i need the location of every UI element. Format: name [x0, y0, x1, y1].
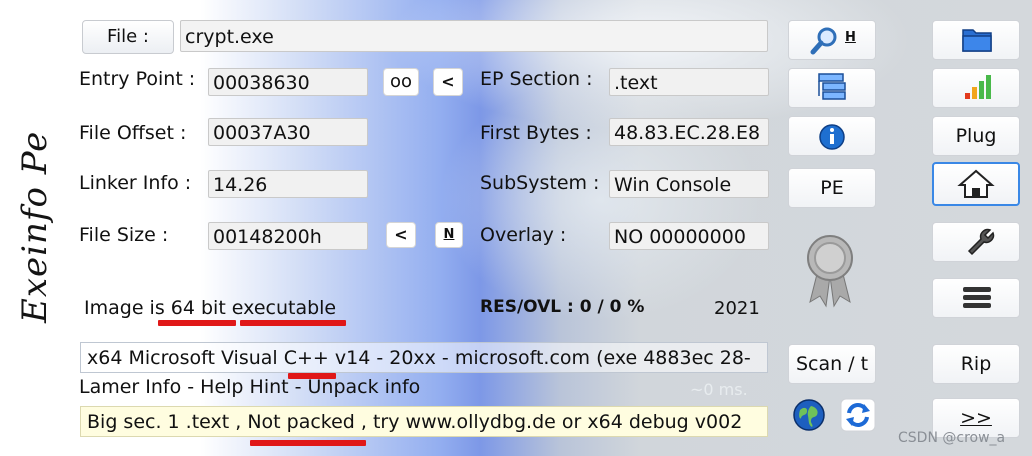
file-offset-label: File Offset : [79, 122, 187, 144]
info-button[interactable] [788, 116, 876, 156]
linker-info-label: Linker Info : [79, 172, 192, 194]
file-button[interactable]: File : [82, 20, 174, 54]
entry-point-field[interactable]: 00038630 [208, 68, 368, 96]
first-bytes-label: First Bytes : [480, 122, 592, 144]
hint-line[interactable]: Big sec. 1 .text , Not packed , try www.… [80, 406, 768, 437]
hex-label: H [845, 30, 856, 45]
image-bits-text: Image is 64 bit executable [84, 297, 337, 319]
lamer-info-text[interactable]: Lamer Info - Help Hint - Unpack info [79, 376, 420, 398]
first-bytes-field[interactable]: 48.83.EC.28.E8 [609, 118, 769, 146]
award-ribbon-icon [800, 230, 860, 310]
file-size-field[interactable]: 00148200h [208, 222, 368, 250]
home-icon [957, 169, 995, 198]
oo-button[interactable]: oo [383, 68, 419, 96]
subsystem-field[interactable]: Win Console [609, 170, 769, 198]
detection-result[interactable]: x64 Microsoft Visual C++ v14 - 20xx - mi… [80, 342, 768, 373]
underline-64bit [158, 320, 236, 326]
ep-section-field[interactable]: .text [609, 68, 769, 96]
file-offset-field[interactable]: 00037A30 [208, 118, 368, 146]
wrench-icon [967, 228, 995, 256]
overlay-field[interactable]: NO 00000000 [609, 222, 769, 250]
res-ovl-text: RES/OVL : 0 / 0 % [480, 297, 645, 317]
underline-executable [240, 320, 346, 326]
ep-section-label: EP Section : [480, 68, 593, 90]
magnifier-icon [810, 27, 837, 55]
stats-button[interactable] [932, 68, 1020, 108]
exeinfo-logo: Exeinfo Pe [15, 130, 55, 323]
year-text: 2021 [714, 298, 760, 319]
entry-point-lt-button[interactable]: < [433, 68, 463, 96]
file-size-label: File Size : [79, 224, 169, 246]
info-icon [819, 124, 845, 150]
overlay-label: Overlay : [480, 224, 567, 246]
globe-icon[interactable] [792, 398, 826, 432]
underline-not-packed [250, 440, 366, 446]
pe-button[interactable]: PE [788, 168, 876, 208]
sections-list-icon [818, 73, 846, 100]
scan-button[interactable]: Scan / t [788, 344, 876, 384]
watermark: CSDN @crow_a [898, 430, 1006, 446]
linker-info-field[interactable]: 14.26 [208, 170, 368, 198]
scan-time-text: ~0 ms. [690, 380, 748, 399]
hex-search-button[interactable]: H [788, 20, 876, 60]
sections-button[interactable] [788, 68, 876, 108]
folder-icon [962, 29, 992, 52]
entry-point-label: Entry Point : [79, 68, 196, 90]
file-size-lt-button[interactable]: < [386, 222, 416, 248]
tools-button[interactable] [932, 222, 1020, 262]
plugins-button[interactable]: Plug [932, 116, 1020, 156]
refresh-icon[interactable] [840, 398, 876, 432]
open-folder-button[interactable] [932, 20, 1020, 60]
home-button[interactable] [932, 162, 1020, 206]
subsystem-label: SubSystem : [480, 172, 600, 194]
n-button[interactable]: N [435, 222, 463, 248]
rip-button[interactable]: Rip [932, 344, 1020, 384]
signal-bars-icon [965, 75, 991, 99]
file-path-field[interactable]: crypt.exe [180, 20, 768, 52]
menu-button[interactable] [932, 278, 1020, 318]
menu-lines-icon [963, 287, 991, 308]
